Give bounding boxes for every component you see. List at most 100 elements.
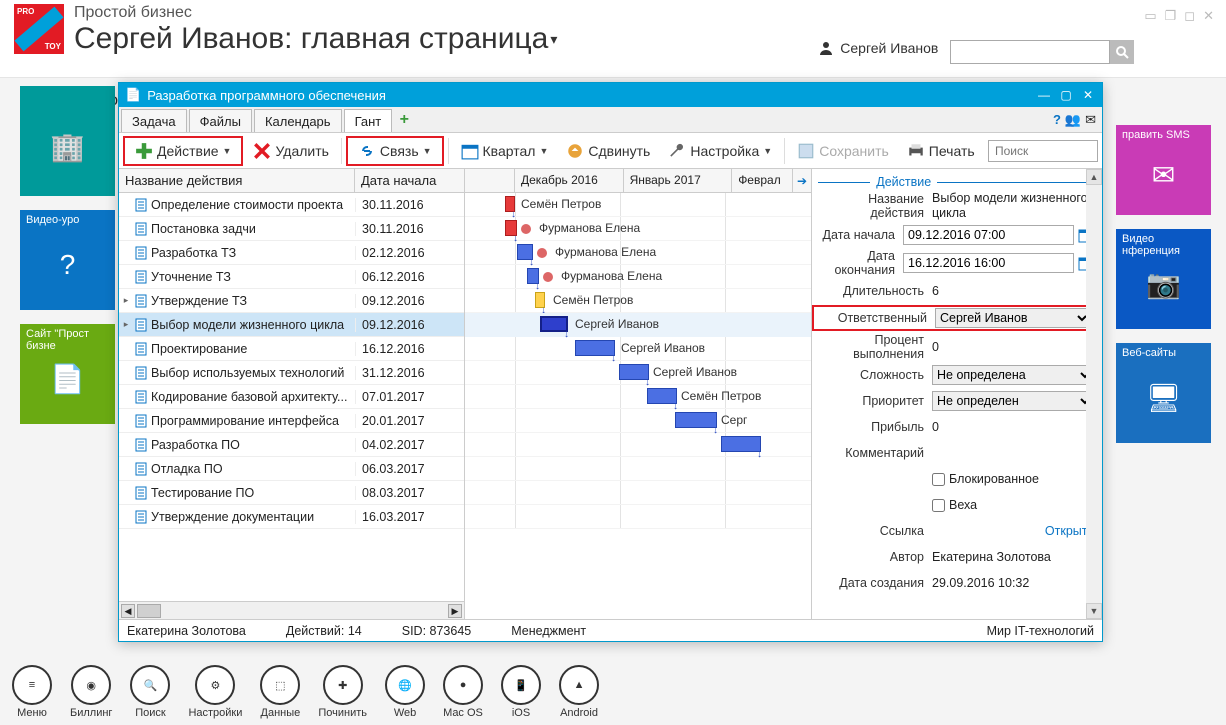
- table-row[interactable]: Утверждение документации16.03.2017: [119, 505, 464, 529]
- search-input[interactable]: [950, 40, 1110, 64]
- search-button[interactable]: [1110, 40, 1134, 64]
- table-row[interactable]: Проектирование16.12.2016: [119, 337, 464, 361]
- maximize-icon[interactable]: ◻: [1184, 8, 1195, 24]
- tab-calendar[interactable]: Календарь: [254, 109, 342, 132]
- gantt-row[interactable]: Фурманова Елена↓: [465, 241, 811, 265]
- close-button[interactable]: ✕: [1080, 88, 1096, 102]
- gantt-bar[interactable]: [675, 412, 717, 428]
- user-menu[interactable]: Сергей Иванов: [818, 40, 938, 56]
- dock-item[interactable]: ⚙Настройки: [188, 665, 242, 719]
- gantt-next-button[interactable]: ➔: [793, 169, 811, 192]
- gantt-chart[interactable]: Декабрь 2016 Январь 2017 Феврал ➔ Семён …: [465, 169, 812, 619]
- dock-item[interactable]: ✚Починить: [318, 665, 367, 719]
- tile-pink[interactable]: править SMS✉: [1116, 125, 1211, 215]
- gantt-row[interactable]: [465, 481, 811, 505]
- row-date: 30.11.2016: [355, 198, 464, 212]
- tile-teal[interactable]: 🏢: [20, 86, 115, 196]
- gantt-row[interactable]: Сергей Иванов↓: [465, 313, 811, 337]
- gantt-row[interactable]: Семён Петров↓: [465, 193, 811, 217]
- question-icon[interactable]: ?: [1053, 112, 1061, 127]
- window-titlebar[interactable]: 📄 Разработка программного обеспечения — …: [119, 83, 1102, 107]
- expand-icon[interactable]: ▸: [119, 319, 133, 330]
- shift-button[interactable]: Сдвинуть: [558, 139, 658, 163]
- table-row[interactable]: Постановка задчи30.11.2016: [119, 217, 464, 241]
- table-row[interactable]: Разработка ТЗ02.12.2016: [119, 241, 464, 265]
- month-dec[interactable]: Декабрь 2016: [515, 169, 624, 192]
- table-row[interactable]: Тестирование ПО08.03.2017: [119, 481, 464, 505]
- gantt-row[interactable]: [465, 457, 811, 481]
- settings-button[interactable]: Настройка▼: [660, 139, 780, 163]
- dock-item[interactable]: 📱iOS: [501, 665, 541, 719]
- dock-item[interactable]: ◉Биллинг: [70, 665, 112, 719]
- prop-end-input[interactable]: [903, 253, 1074, 273]
- dock-item[interactable]: ●Mac OS: [443, 665, 483, 719]
- tile-websites[interactable]: Веб-сайты🖥: [1116, 343, 1211, 443]
- col-date[interactable]: Дата начала: [355, 169, 464, 192]
- action-button[interactable]: Действие▼: [127, 139, 239, 163]
- table-row[interactable]: Определение стоимости проекта30.11.2016: [119, 193, 464, 217]
- prop-complexity[interactable]: Не определена: [932, 365, 1094, 385]
- tab-task[interactable]: Задача: [121, 109, 187, 132]
- scroll-up-button[interactable]: ▲: [1086, 169, 1102, 185]
- expand-icon[interactable]: ▸: [119, 295, 133, 306]
- month-feb[interactable]: Феврал: [732, 169, 793, 192]
- gantt-row[interactable]: Семён Петров↓: [465, 289, 811, 313]
- prop-milestone[interactable]: [932, 499, 945, 512]
- maximize-button[interactable]: ▢: [1058, 88, 1074, 102]
- restore-icon[interactable]: ❐: [1165, 8, 1177, 24]
- dock-item[interactable]: ⬚Данные: [260, 665, 300, 719]
- dock-item[interactable]: 🌐Web: [385, 665, 425, 719]
- mail-icon[interactable]: ✉: [1085, 112, 1096, 128]
- add-tab-button[interactable]: +: [392, 107, 416, 132]
- gantt-row[interactable]: Фурманова Елена↓: [465, 265, 811, 289]
- people-icon[interactable]: 👥: [1065, 112, 1081, 128]
- table-row[interactable]: Кодирование базовой архитекту...07.01.20…: [119, 385, 464, 409]
- prop-responsible[interactable]: Сергей Иванов: [935, 308, 1091, 328]
- toolbar-search-input[interactable]: [988, 140, 1098, 162]
- gantt-row[interactable]: ↓: [465, 433, 811, 457]
- table-row[interactable]: Отладка ПО06.03.2017: [119, 457, 464, 481]
- table-row[interactable]: ▸Утверждение ТЗ09.12.2016: [119, 289, 464, 313]
- scroll-down-button[interactable]: ▼: [1086, 603, 1102, 619]
- gantt-row[interactable]: Сергей Иванов↓: [465, 337, 811, 361]
- print-button[interactable]: Печать: [899, 139, 983, 163]
- gantt-bar[interactable]: [721, 436, 761, 452]
- scroll-right-button[interactable]: ▶: [448, 604, 462, 618]
- row-name: Постановка задчи: [151, 222, 256, 236]
- gantt-row[interactable]: Семён Петров↓: [465, 385, 811, 409]
- tile-blue[interactable]: Видео-уро?: [20, 210, 115, 310]
- dock-item[interactable]: ≡Меню: [12, 665, 52, 719]
- month-jan[interactable]: Январь 2017: [624, 169, 733, 192]
- table-row[interactable]: Разработка ПО04.02.2017: [119, 433, 464, 457]
- gantt-row[interactable]: Фурманова Елена↓: [465, 217, 811, 241]
- delete-button[interactable]: Удалить: [245, 139, 336, 163]
- h-scrollbar[interactable]: ◀ ▶: [119, 601, 464, 619]
- dock-item[interactable]: ▲Android: [559, 665, 599, 719]
- scroll-left-button[interactable]: ◀: [121, 604, 135, 618]
- save-button[interactable]: Сохранить: [789, 139, 897, 163]
- prop-scrollbar[interactable]: ▲ ▼: [1086, 169, 1102, 619]
- table-row[interactable]: Программирование интерфейса20.01.2017: [119, 409, 464, 433]
- tab-gantt[interactable]: Гант: [344, 109, 393, 132]
- table-row[interactable]: Выбор используемых технологий31.12.2016: [119, 361, 464, 385]
- table-row[interactable]: ▸Выбор модели жизненного цикла09.12.2016: [119, 313, 464, 337]
- gantt-row[interactable]: Сергей Иванов↓: [465, 361, 811, 385]
- tile-green[interactable]: Сайт "Прост бизне📄: [20, 324, 115, 424]
- gantt-row[interactable]: [465, 505, 811, 529]
- table-row[interactable]: Уточнение ТЗ06.12.2016: [119, 265, 464, 289]
- gantt-bar[interactable]: [575, 340, 615, 356]
- link-button[interactable]: Связь▼: [350, 139, 440, 163]
- gantt-row[interactable]: Серг↓: [465, 409, 811, 433]
- prop-priority[interactable]: Не определен: [932, 391, 1094, 411]
- minimize-button[interactable]: —: [1036, 88, 1052, 102]
- quarter-button[interactable]: Квартал▼: [453, 139, 557, 163]
- tile-video[interactable]: Видео нференция📷: [1116, 229, 1211, 329]
- close-icon[interactable]: ✕: [1203, 8, 1214, 24]
- scroll-thumb[interactable]: [137, 604, 161, 618]
- tab-files[interactable]: Файлы: [189, 109, 252, 132]
- dock-item[interactable]: 🔍Поиск: [130, 665, 170, 719]
- prop-start-input[interactable]: [903, 225, 1074, 245]
- prop-blocked[interactable]: [932, 473, 945, 486]
- page-title[interactable]: Сергей Иванов: главная страница ▾: [74, 22, 818, 56]
- col-name[interactable]: Название действия: [119, 169, 355, 192]
